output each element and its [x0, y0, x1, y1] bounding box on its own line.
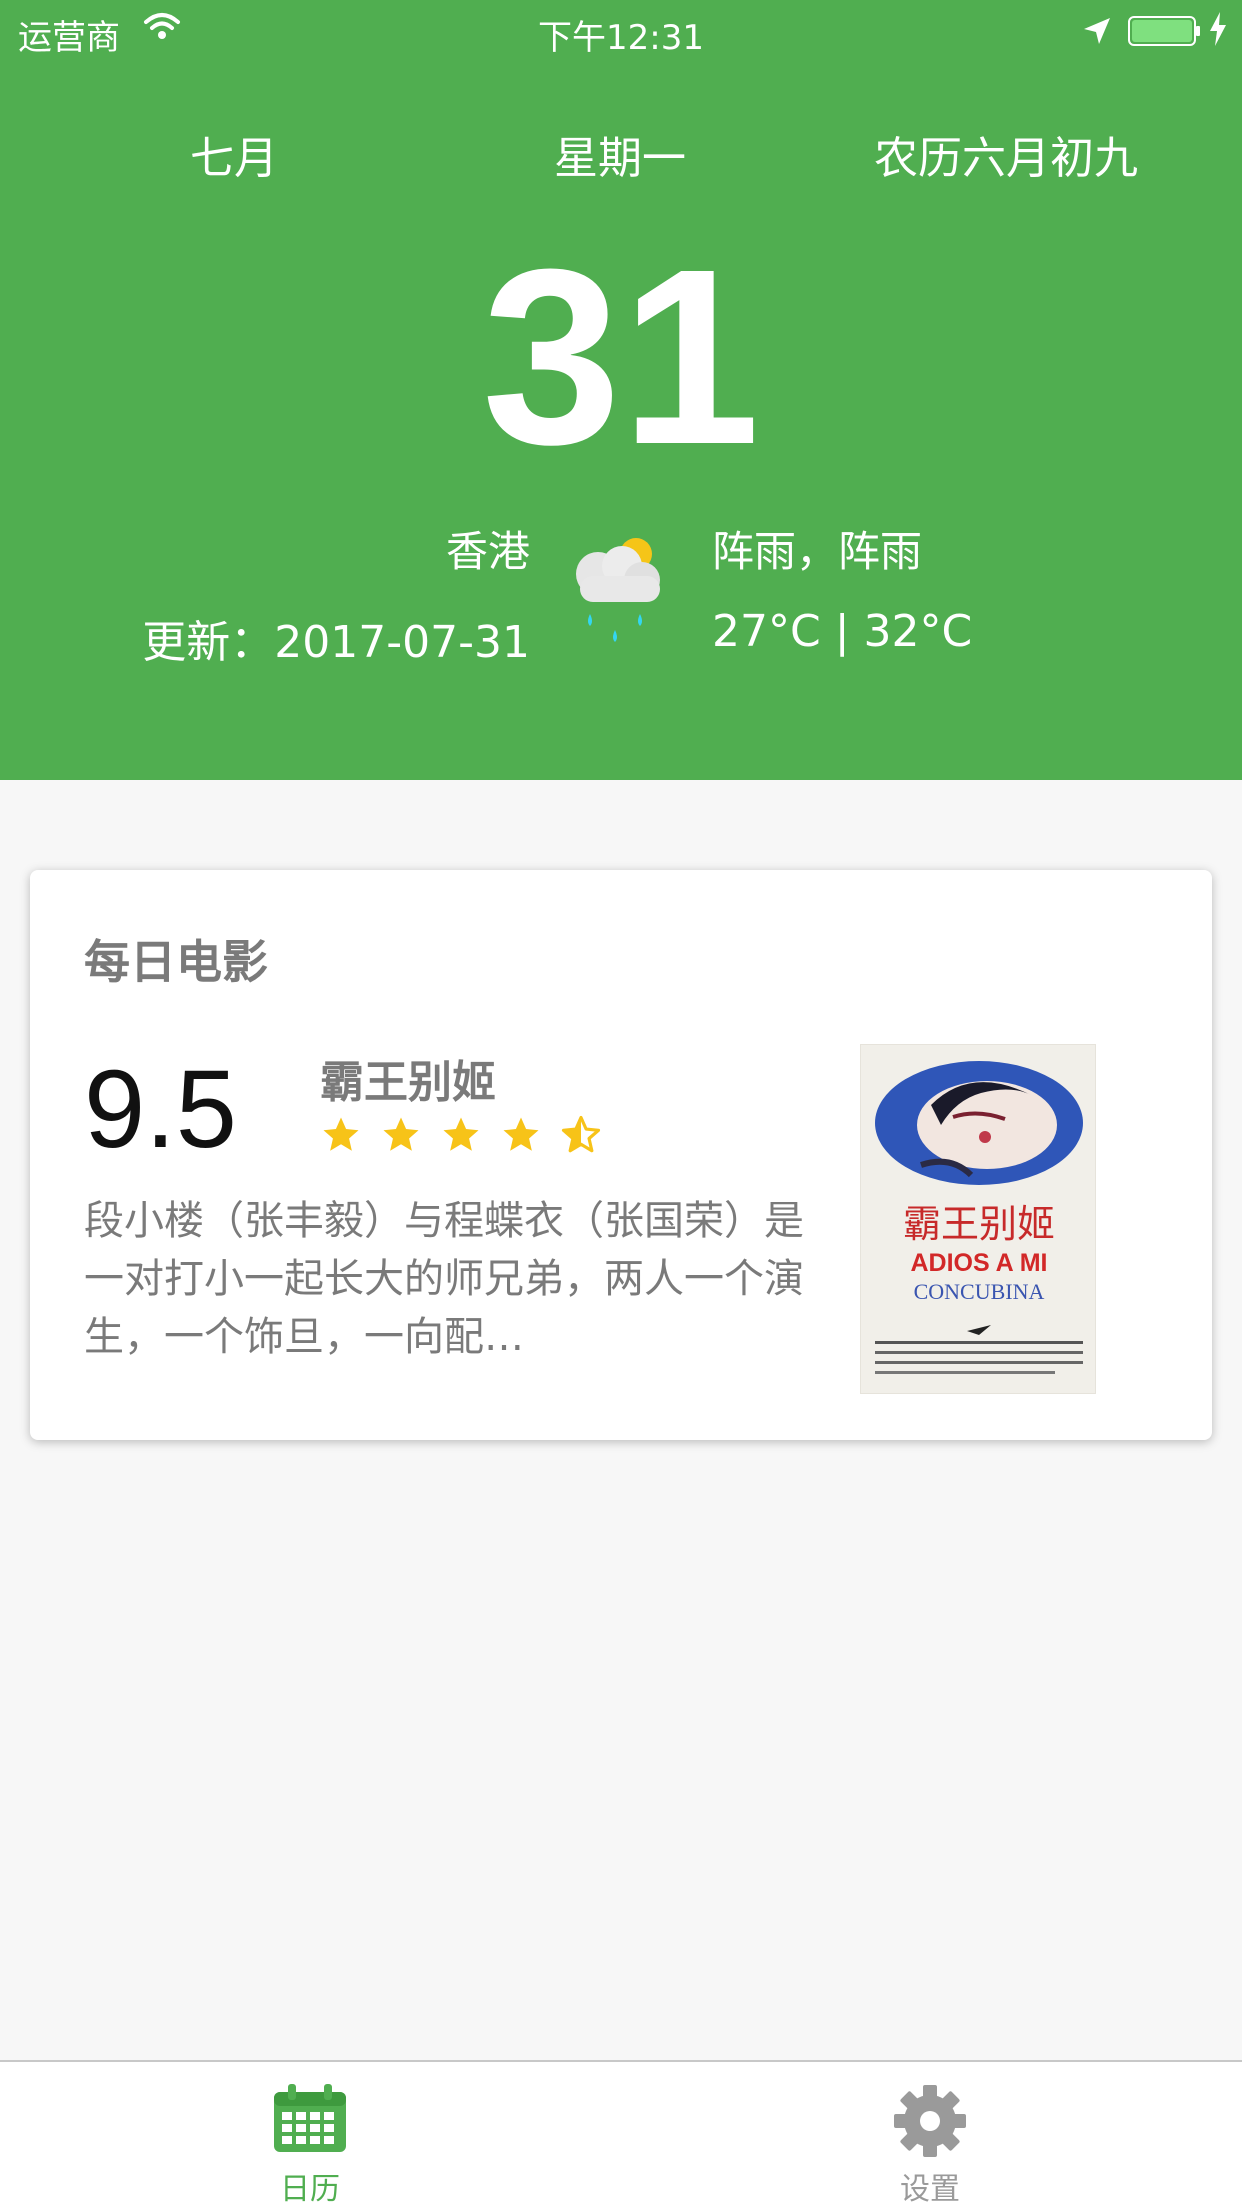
status-bar: 运营商 下午12:31: [0, 0, 1242, 60]
movie-score: 9.5: [84, 1048, 237, 1171]
calendar-header: 运营商 下午12:31 七月 星期一 农历六月初九 31 香港 更新：2017-…: [0, 0, 1242, 780]
lunar-date-label: 农历六月初九: [874, 133, 1138, 184]
movie-title: 霸王别姬: [320, 1057, 496, 1108]
city-label: 香港: [445, 527, 530, 576]
weather-condition: 阵雨，阵雨: [712, 527, 923, 576]
tab-settings[interactable]: 设置: [830, 2062, 1030, 2208]
weekday-label: 星期一: [554, 133, 686, 184]
star-rating: [320, 1114, 602, 1156]
movie-summary: 段小楼（张丰毅）与程蝶衣（张国荣）是一对打小一起长大的师兄弟，两人一个演生，一个…: [84, 1198, 804, 1360]
poster-title-en-2: CONCUBINA: [913, 1279, 1045, 1304]
tab-bar: 日历 设置: [0, 2060, 1242, 2208]
card-title: 每日电影: [84, 935, 268, 989]
month-label: 七月: [190, 133, 278, 184]
tab-calendar[interactable]: 日历: [210, 2062, 410, 2208]
charging-icon: [1210, 12, 1226, 46]
day-number: 31: [481, 217, 761, 496]
partly-cloudy-rain-icon: [576, 538, 660, 642]
update-date-label: 更新：2017-07-31: [142, 617, 530, 668]
status-time: 下午12:31: [538, 18, 704, 58]
poster-title-cn: 霸王别姬: [902, 1202, 1055, 1246]
star-half-icon: [561, 1115, 601, 1153]
date-row: 七月 星期一 农历六月初九: [0, 122, 1242, 184]
star-full-icon: [383, 1117, 419, 1151]
star-full-icon: [503, 1117, 539, 1151]
movie-poster[interactable]: 霸王别姬 ADIOS A MI CONCUBINA: [860, 1044, 1096, 1394]
star-full-icon: [323, 1117, 359, 1151]
gear-icon: [894, 2085, 966, 2157]
tab-calendar-label: 日历: [280, 2172, 340, 2207]
location-arrow-icon: [1084, 18, 1110, 44]
star-full-icon: [443, 1117, 479, 1151]
poster-title-en-1: ADIOS A MI: [910, 1249, 1048, 1277]
battery-icon: [1128, 16, 1200, 46]
calendar-icon: [274, 2084, 346, 2152]
tab-settings-label: 设置: [900, 2172, 960, 2207]
daily-movie-card[interactable]: 每日电影 9.5 霸王别姬 段小楼（张丰毅）与程蝶衣（张国荣）是一对打小一起长大…: [30, 870, 1212, 1440]
temperature-range: 27°C | 32°C: [712, 606, 973, 657]
